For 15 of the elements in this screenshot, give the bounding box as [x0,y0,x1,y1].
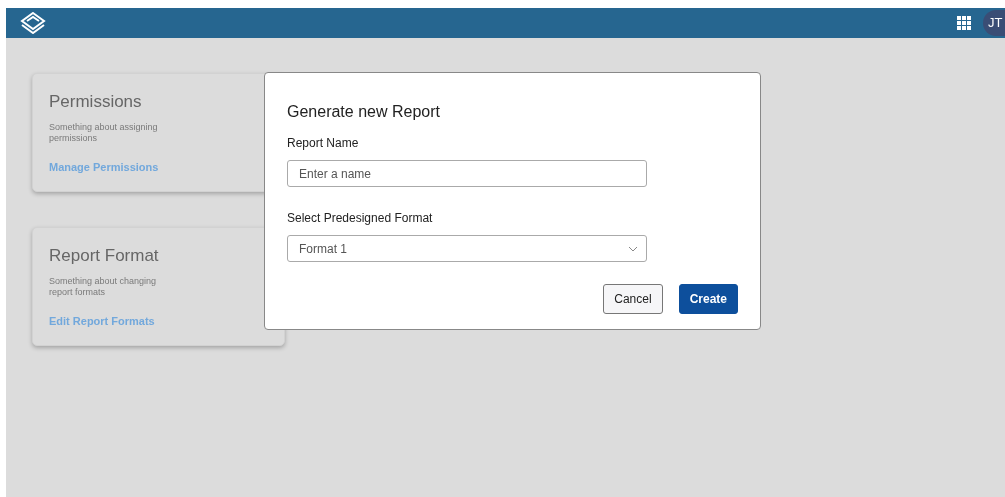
logo-icon[interactable] [20,12,46,34]
dialog-title: Generate new Report [287,102,441,122]
card-title: Permissions [49,92,143,112]
card-description: Something about assigning permissions [49,122,159,144]
card-title: Report Format [49,246,160,266]
user-avatar[interactable]: JT [983,10,1005,36]
report-name-field[interactable]: Enter a name [287,160,647,187]
field-label: Select Predesigned Format [287,210,434,227]
field-label: Report Name [287,135,360,152]
app-grid-icon[interactable] [957,16,971,30]
card-description: Something about changing report formats [49,276,158,298]
cancel-button[interactable]: Cancel [603,284,663,314]
chevron-down-icon [628,245,638,252]
format-dropdown[interactable]: Format 1 [287,235,647,262]
create-button[interactable]: Create [678,284,738,314]
